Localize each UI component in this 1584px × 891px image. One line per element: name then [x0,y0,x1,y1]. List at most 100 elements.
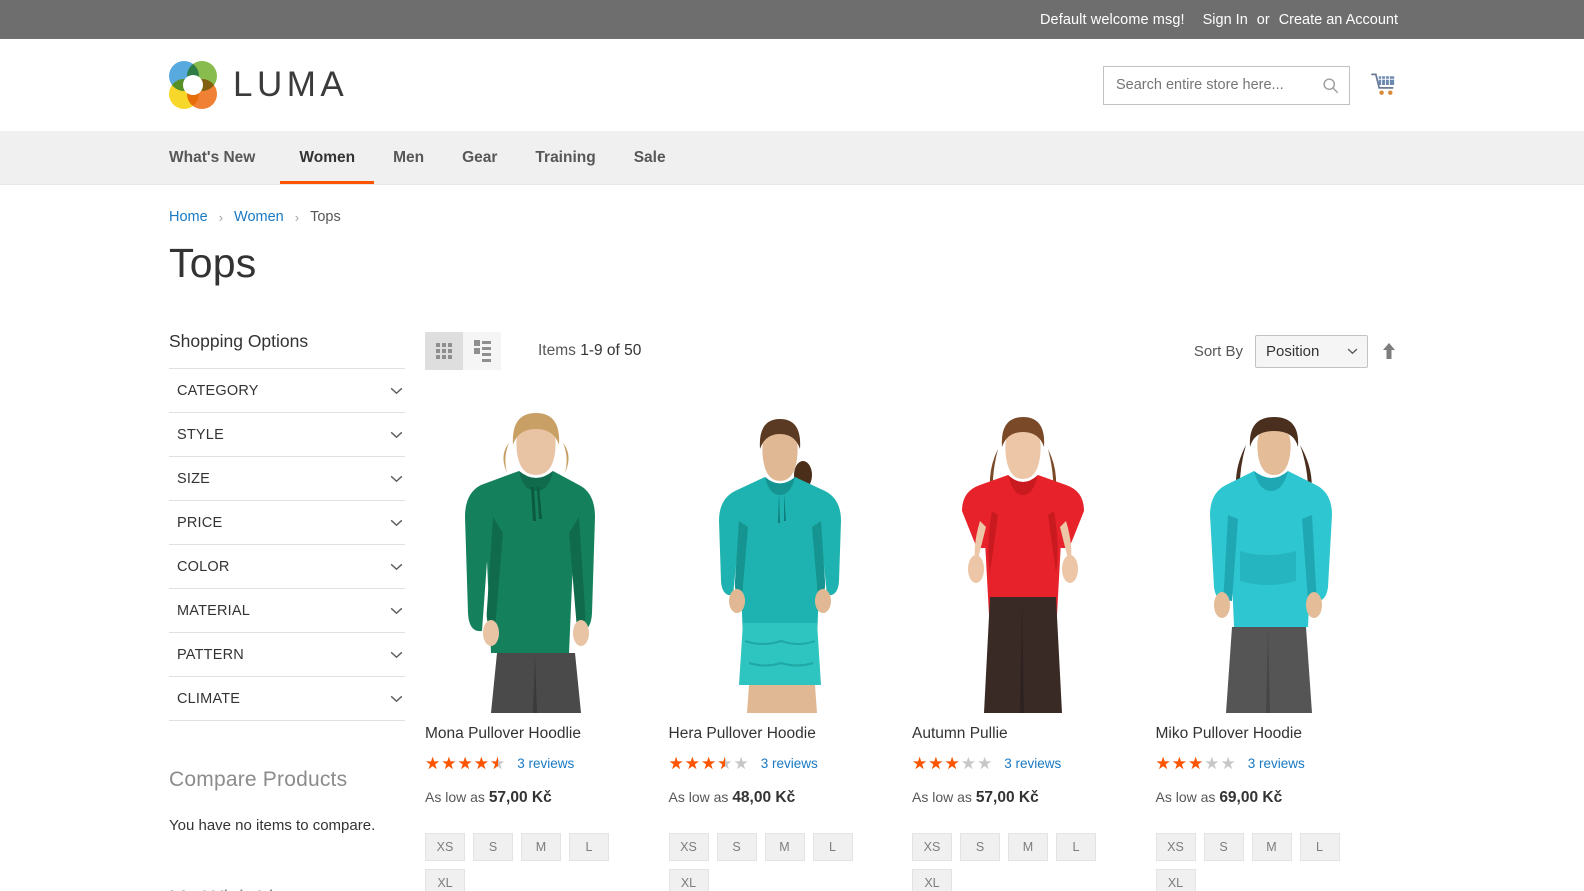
grid-view-icon[interactable] [425,332,463,370]
product-grid: Mona Pullover Hoodlie ★★★★★★★★★★ 3 revie… [425,401,1398,891]
list-view-icon[interactable] [463,332,501,370]
product-name[interactable]: Mona Pullover Hoodlie [425,724,648,744]
size-swatch[interactable]: L [569,833,609,862]
welcome-message: Default welcome msg! [1039,11,1185,28]
size-swatch[interactable]: XL [912,869,952,891]
size-swatch[interactable]: XL [668,869,709,891]
items-count: Items 1-9 of 50 [538,342,641,360]
breadcrumb-item-home[interactable]: Home [169,209,208,225]
page-title: Tops [169,240,257,286]
product-item[interactable]: Autumn Pullie ★★★★★★★★★★ 3 reviews As lo… [912,401,1155,891]
star-rating-icon: ★★★★★★★★★★ [668,754,750,774]
nav-label: Men [393,148,425,166]
sort-selected-value: Position [1266,342,1320,360]
search-box[interactable] [1103,65,1350,105]
size-swatch[interactable]: S [1203,833,1244,862]
product-image[interactable] [912,401,1135,713]
nav-item-whats-new[interactable]: What's New [169,131,280,184]
chevron-down-icon [390,387,403,395]
filter-label: MATERIAL [177,603,251,619]
header-actions [1103,65,1398,105]
items-prefix: Items [538,342,576,359]
filter-climate[interactable]: CLIMATE [169,677,405,721]
size-swatch[interactable]: S [960,833,1000,862]
size-swatch[interactable]: S [473,833,513,862]
product-item[interactable]: Hera Pullover Hoodie ★★★★★★★★★★ 3 review… [668,401,912,891]
size-swatch[interactable]: M [521,833,561,862]
filter-color[interactable]: COLOR [169,545,405,589]
size-swatch[interactable]: S [716,833,757,862]
size-swatch[interactable]: L [812,833,853,862]
page-body: Home › Women › Tops Tops Shopping Option… [0,185,1584,891]
reviews-link[interactable]: 3 reviews [761,756,818,771]
size-swatch[interactable]: M [1008,833,1048,862]
product-photo-mona [431,401,642,713]
nav-item-gear[interactable]: Gear [443,131,516,184]
luma-flower-icon [169,61,217,109]
size-swatch[interactable]: XS [668,833,709,862]
product-rating: ★★★★★★★★★★ 3 reviews [912,755,1135,772]
filter-label: PRICE [177,515,223,531]
size-swatches: XS S M L XL [1155,833,1379,891]
product-name[interactable]: Hera Pullover Hoodie [669,724,892,744]
reviews-link[interactable]: 3 reviews [517,756,574,771]
product-photo-miko [1161,401,1372,713]
items-range: 1-9 of 50 [580,342,642,359]
create-account-link[interactable]: Create an Account [1279,12,1398,28]
product-item[interactable]: Mona Pullover Hoodlie ★★★★★★★★★★ 3 revie… [425,401,668,891]
filter-size[interactable]: SIZE [169,457,405,501]
sign-in-link[interactable]: Sign In [1203,12,1248,28]
product-image[interactable] [1155,401,1378,713]
price-value: 57,00 Kč [975,789,1039,807]
filter-label: COLOR [177,559,230,575]
nav-item-training[interactable]: Training [516,131,614,184]
logo[interactable]: LUMA [169,61,348,109]
chevron-down-icon [390,651,403,659]
product-price: As low as 48,00 Kč [669,789,892,807]
breadcrumb-item-women[interactable]: Women [234,209,284,225]
size-swatch[interactable]: L [1299,833,1340,862]
product-image[interactable] [425,401,648,713]
filter-price[interactable]: PRICE [169,501,405,545]
product-image[interactable] [668,401,891,713]
breadcrumb-item-tops: Tops [310,209,341,225]
product-photo-autumn [918,401,1129,713]
filter-style[interactable]: STYLE [169,413,405,457]
size-swatches: XS S M L XL [912,833,1135,891]
size-swatch[interactable]: L [1056,833,1096,862]
search-icon[interactable] [1322,77,1339,94]
sort-select[interactable]: Position [1255,334,1368,368]
nav-item-sale[interactable]: Sale [615,131,685,184]
filter-category[interactable]: CATEGORY [169,369,405,413]
sorter: Sort By Position [1194,334,1398,368]
nav-item-men[interactable]: Men [374,131,443,184]
star-rating-icon: ★★★★★★★★★★ [1155,754,1237,774]
compare-products-block: Compare Products You have no items to co… [169,768,405,834]
size-swatch[interactable]: XL [425,869,465,891]
size-swatch[interactable]: XS [425,833,465,862]
sort-ascending-arrow-icon[interactable] [1380,341,1398,361]
product-name[interactable]: Miko Pullover Hoodie [1156,724,1379,744]
product-toolbar: Items 1-9 of 50 Sort By Position [425,331,1398,371]
product-item[interactable]: Miko Pullover Hoodie ★★★★★★★★★★ 3 review… [1155,401,1399,891]
shopping-cart-icon[interactable] [1371,72,1398,98]
reviews-link[interactable]: 3 reviews [1004,756,1061,771]
size-swatch[interactable]: XS [1155,833,1196,862]
sidebar: Shopping Options CATEGORY STYLE SIZE PRI… [169,331,405,891]
filter-label: CLIMATE [177,691,241,707]
reviews-link[interactable]: 3 reviews [1248,756,1305,771]
search-input[interactable] [1116,77,1322,93]
size-swatch[interactable]: XS [912,833,952,862]
size-swatch[interactable]: XL [1155,869,1196,891]
wishlist-title: My Wish List [169,887,405,891]
size-swatches: XS S M L XL [668,833,892,891]
product-price: As low as 57,00 Kč [912,789,1135,807]
filter-pattern[interactable]: PATTERN [169,633,405,677]
size-swatch[interactable]: M [1251,833,1292,862]
price-value: 48,00 Kč [732,789,796,807]
filter-material[interactable]: MATERIAL [169,589,405,633]
nav-item-women[interactable]: Women [280,131,374,184]
product-name[interactable]: Autumn Pullie [912,724,1135,744]
size-swatch[interactable]: M [764,833,805,862]
chevron-down-icon [1347,348,1358,354]
